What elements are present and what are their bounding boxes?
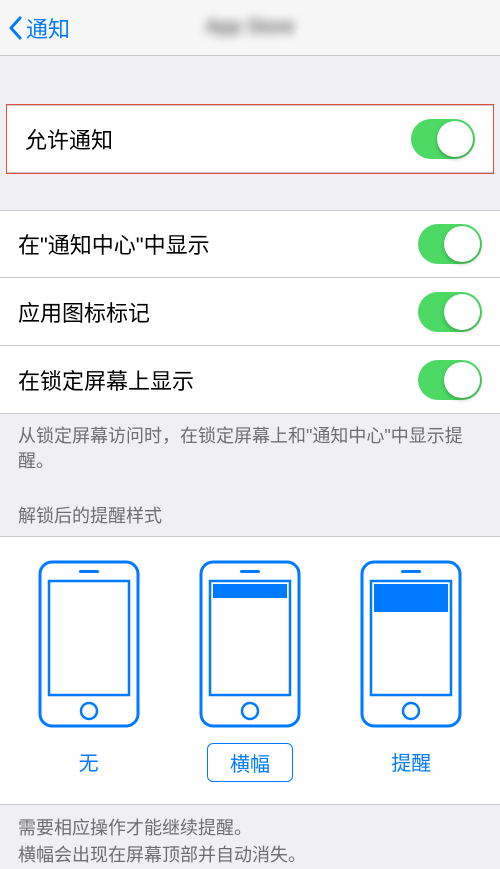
row-show-on-lock-screen: 在锁定屏幕上显示 — [0, 346, 500, 414]
panel-footer: 需要相应操作才能继续提醒。 横幅会出现在屏幕顶部并自动消失。 — [0, 805, 500, 869]
row-badge-app-icon: 应用图标标记 — [0, 278, 500, 346]
style-option-alert[interactable]: 提醒 — [341, 559, 482, 782]
row-show-in-notification-center: 在"通知中心"中显示 — [0, 210, 500, 278]
panel-footer-line: 横幅会出现在屏幕顶部并自动消失。 — [18, 842, 482, 869]
row-label: 在锁定屏幕上显示 — [18, 364, 194, 396]
style-option-banner[interactable]: 横幅 — [179, 559, 320, 782]
chevron-left-icon — [8, 16, 22, 40]
phone-banner-icon — [198, 559, 302, 729]
row-label: 允许通知 — [25, 123, 113, 155]
group-footer: 从锁定屏幕访问时，在锁定屏幕上和"通知中心"中显示提醒。 — [0, 414, 500, 474]
page-title: App Store — [206, 16, 295, 39]
row-label: 应用图标标记 — [18, 296, 150, 328]
alert-style-panel: 无 横幅 提醒 — [0, 536, 500, 805]
back-button[interactable]: 通知 — [0, 12, 70, 44]
switch-allow-notifications[interactable] — [411, 119, 475, 159]
phone-none-icon — [37, 559, 141, 729]
phone-alert-icon — [359, 559, 463, 729]
highlight-allow-notifications: 允许通知 — [6, 104, 494, 174]
switch-show-in-notification-center[interactable] — [418, 224, 482, 264]
row-allow-notifications: 允许通知 — [7, 105, 493, 173]
style-option-none[interactable]: 无 — [18, 559, 159, 782]
navbar: 通知 App Store — [0, 0, 500, 56]
panel-footer-line: 需要相应操作才能继续提醒。 — [18, 815, 482, 842]
style-header: 解锁后的提醒样式 — [0, 474, 500, 536]
style-label: 无 — [59, 743, 119, 780]
style-label: 横幅 — [207, 743, 293, 782]
settings-group: 在"通知中心"中显示 应用图标标记 在锁定屏幕上显示 — [0, 210, 500, 414]
row-label: 在"通知中心"中显示 — [18, 228, 210, 260]
switch-show-on-lock-screen[interactable] — [418, 360, 482, 400]
back-label: 通知 — [26, 12, 70, 44]
switch-badge-app-icon[interactable] — [418, 292, 482, 332]
style-label: 提醒 — [371, 743, 451, 780]
